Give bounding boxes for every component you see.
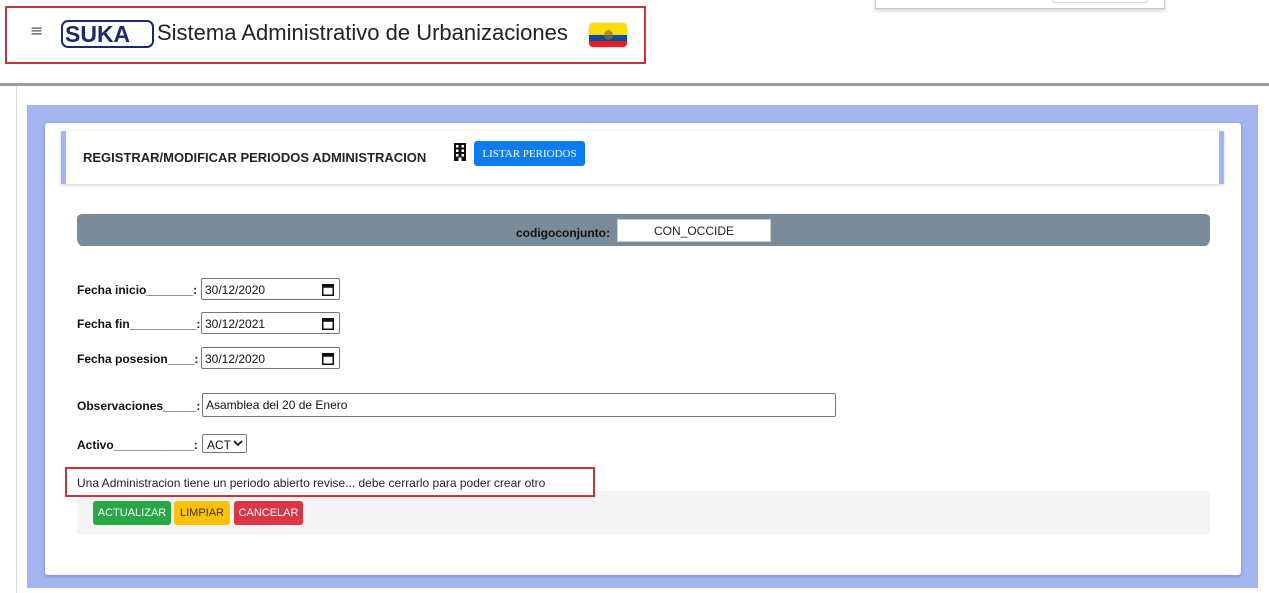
logo-text-primary: SUKA [65, 22, 130, 46]
alert-message: Una Administracion tiene un periodo abie… [77, 476, 546, 490]
fecha-fin-value: 30/12/2021 [205, 317, 266, 331]
left-edge-line [16, 86, 17, 593]
ecuador-flag-icon [589, 23, 627, 47]
fecha-posesion-value: 30/12/2020 [205, 352, 266, 366]
card-title: REGISTRAR/MODIFICAR PERIODOS ADMINISTRAC… [83, 150, 427, 165]
observaciones-label: Observaciones_____: [77, 399, 201, 413]
fecha-fin-field[interactable]: 30/12/2021 [201, 312, 340, 334]
hamburger-icon[interactable]: ≡ [30, 23, 43, 39]
building-icon [454, 143, 466, 161]
code-label: codigoconjunto: [516, 226, 610, 240]
code-input[interactable] [617, 219, 771, 242]
list-periods-button[interactable]: LISTAR PERIODOS [474, 141, 585, 166]
fecha-fin-label: Fecha fin__________: [77, 317, 201, 331]
calendar-icon[interactable] [322, 352, 334, 365]
popup-inner-box [1052, 0, 1148, 3]
suka-logo: SUKA [61, 20, 154, 48]
cancel-button[interactable]: CANCELAR [234, 501, 303, 525]
calendar-icon[interactable] [322, 317, 334, 330]
activo-value: ACT [207, 438, 231, 452]
activo-label: Activo____________: [77, 438, 198, 452]
clear-button[interactable]: LIMPIAR [174, 501, 230, 525]
observaciones-input[interactable] [202, 393, 836, 417]
chevron-down-icon [233, 440, 243, 447]
fecha-posesion-field[interactable]: 30/12/2020 [201, 347, 340, 369]
update-button[interactable]: ACTUALIZAR [93, 501, 171, 525]
fecha-posesion-label: Fecha posesion____: [77, 352, 199, 366]
calendar-icon[interactable] [322, 283, 334, 296]
fecha-inicio-value: 30/12/2020 [205, 283, 266, 297]
app-title: Sistema Administrativo de Urbanizaciones [157, 20, 568, 45]
fecha-inicio-field[interactable]: 30/12/2020 [201, 278, 340, 300]
fecha-inicio-label: Fecha inicio_______: [77, 283, 198, 297]
header-divider [0, 83, 1269, 86]
activo-select[interactable]: ACT [202, 434, 247, 453]
top-popup [875, 0, 1165, 9]
logo-graphic: SUKA [64, 22, 151, 46]
